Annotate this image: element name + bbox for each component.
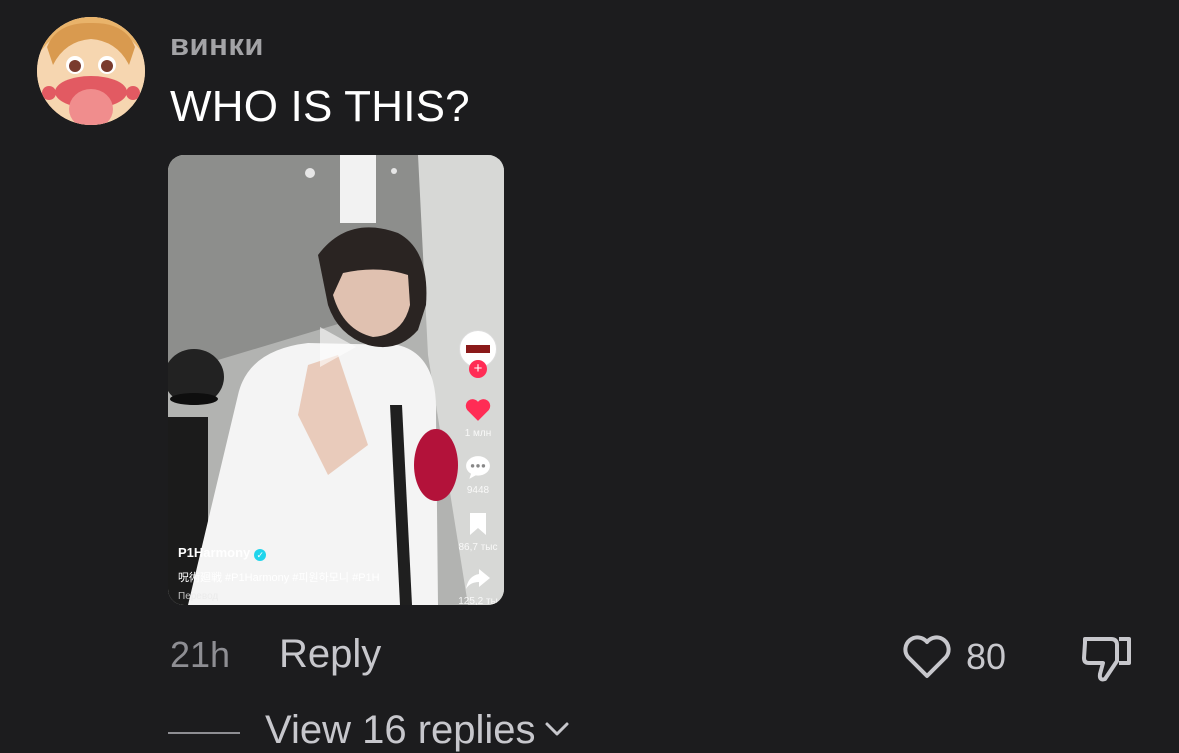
view-replies-button[interactable]: View 16 replies <box>265 708 570 753</box>
anime-character-avatar-icon <box>37 17 145 125</box>
share-arrow-icon <box>466 569 490 589</box>
video-author-profile[interactable]: + <box>456 330 500 378</box>
heart-outline-icon[interactable] <box>902 634 952 680</box>
video-share-stat[interactable]: 125,2 ты <box>456 568 500 605</box>
video-author[interactable]: P1Harmony ✓ <box>178 545 267 561</box>
verified-badge-icon: ✓ <box>254 549 267 561</box>
video-save-stat[interactable]: 86,7 тыс <box>456 512 500 553</box>
avatar[interactable] <box>37 17 145 125</box>
video-share-count: 125,2 ты <box>458 596 498 605</box>
comment-username[interactable]: винки <box>170 27 264 63</box>
view-replies-label: View 16 replies <box>265 708 536 752</box>
video-comment-count: 9448 <box>466 485 490 496</box>
follow-plus-icon[interactable]: + <box>469 360 487 378</box>
video-translate-link[interactable]: Перевод <box>178 591 218 602</box>
video-author-name: P1Harmony <box>178 545 251 560</box>
video-caption: 呪術廻戦 #P1Harmony #피원하모니 #P1H <box>178 572 380 584</box>
like-count: 80 <box>966 636 1007 677</box>
comment-bubble-icon <box>466 456 490 479</box>
video-like-stat[interactable]: 1 млн <box>456 398 500 439</box>
reply-button[interactable]: Reply <box>279 632 381 677</box>
comment-text: WHO IS THIS? <box>170 82 470 131</box>
thumbs-down-icon[interactable] <box>1081 633 1133 683</box>
bookmark-icon <box>470 513 486 535</box>
video-preview-card[interactable]: + 1 млн 9448 86,7 тыс 125,2 ты P1Harmony… <box>168 155 504 605</box>
video-comment-stat[interactable]: 9448 <box>456 455 500 496</box>
replies-divider <box>168 732 240 734</box>
comment-timestamp: 21h <box>170 634 231 675</box>
play-icon[interactable] <box>318 325 358 369</box>
chevron-down-icon <box>545 722 569 736</box>
video-thumbnail <box>168 155 504 605</box>
heart-filled-icon <box>465 399 491 421</box>
video-like-count: 1 млн <box>464 428 492 439</box>
video-save-count: 86,7 тыс <box>458 542 498 553</box>
